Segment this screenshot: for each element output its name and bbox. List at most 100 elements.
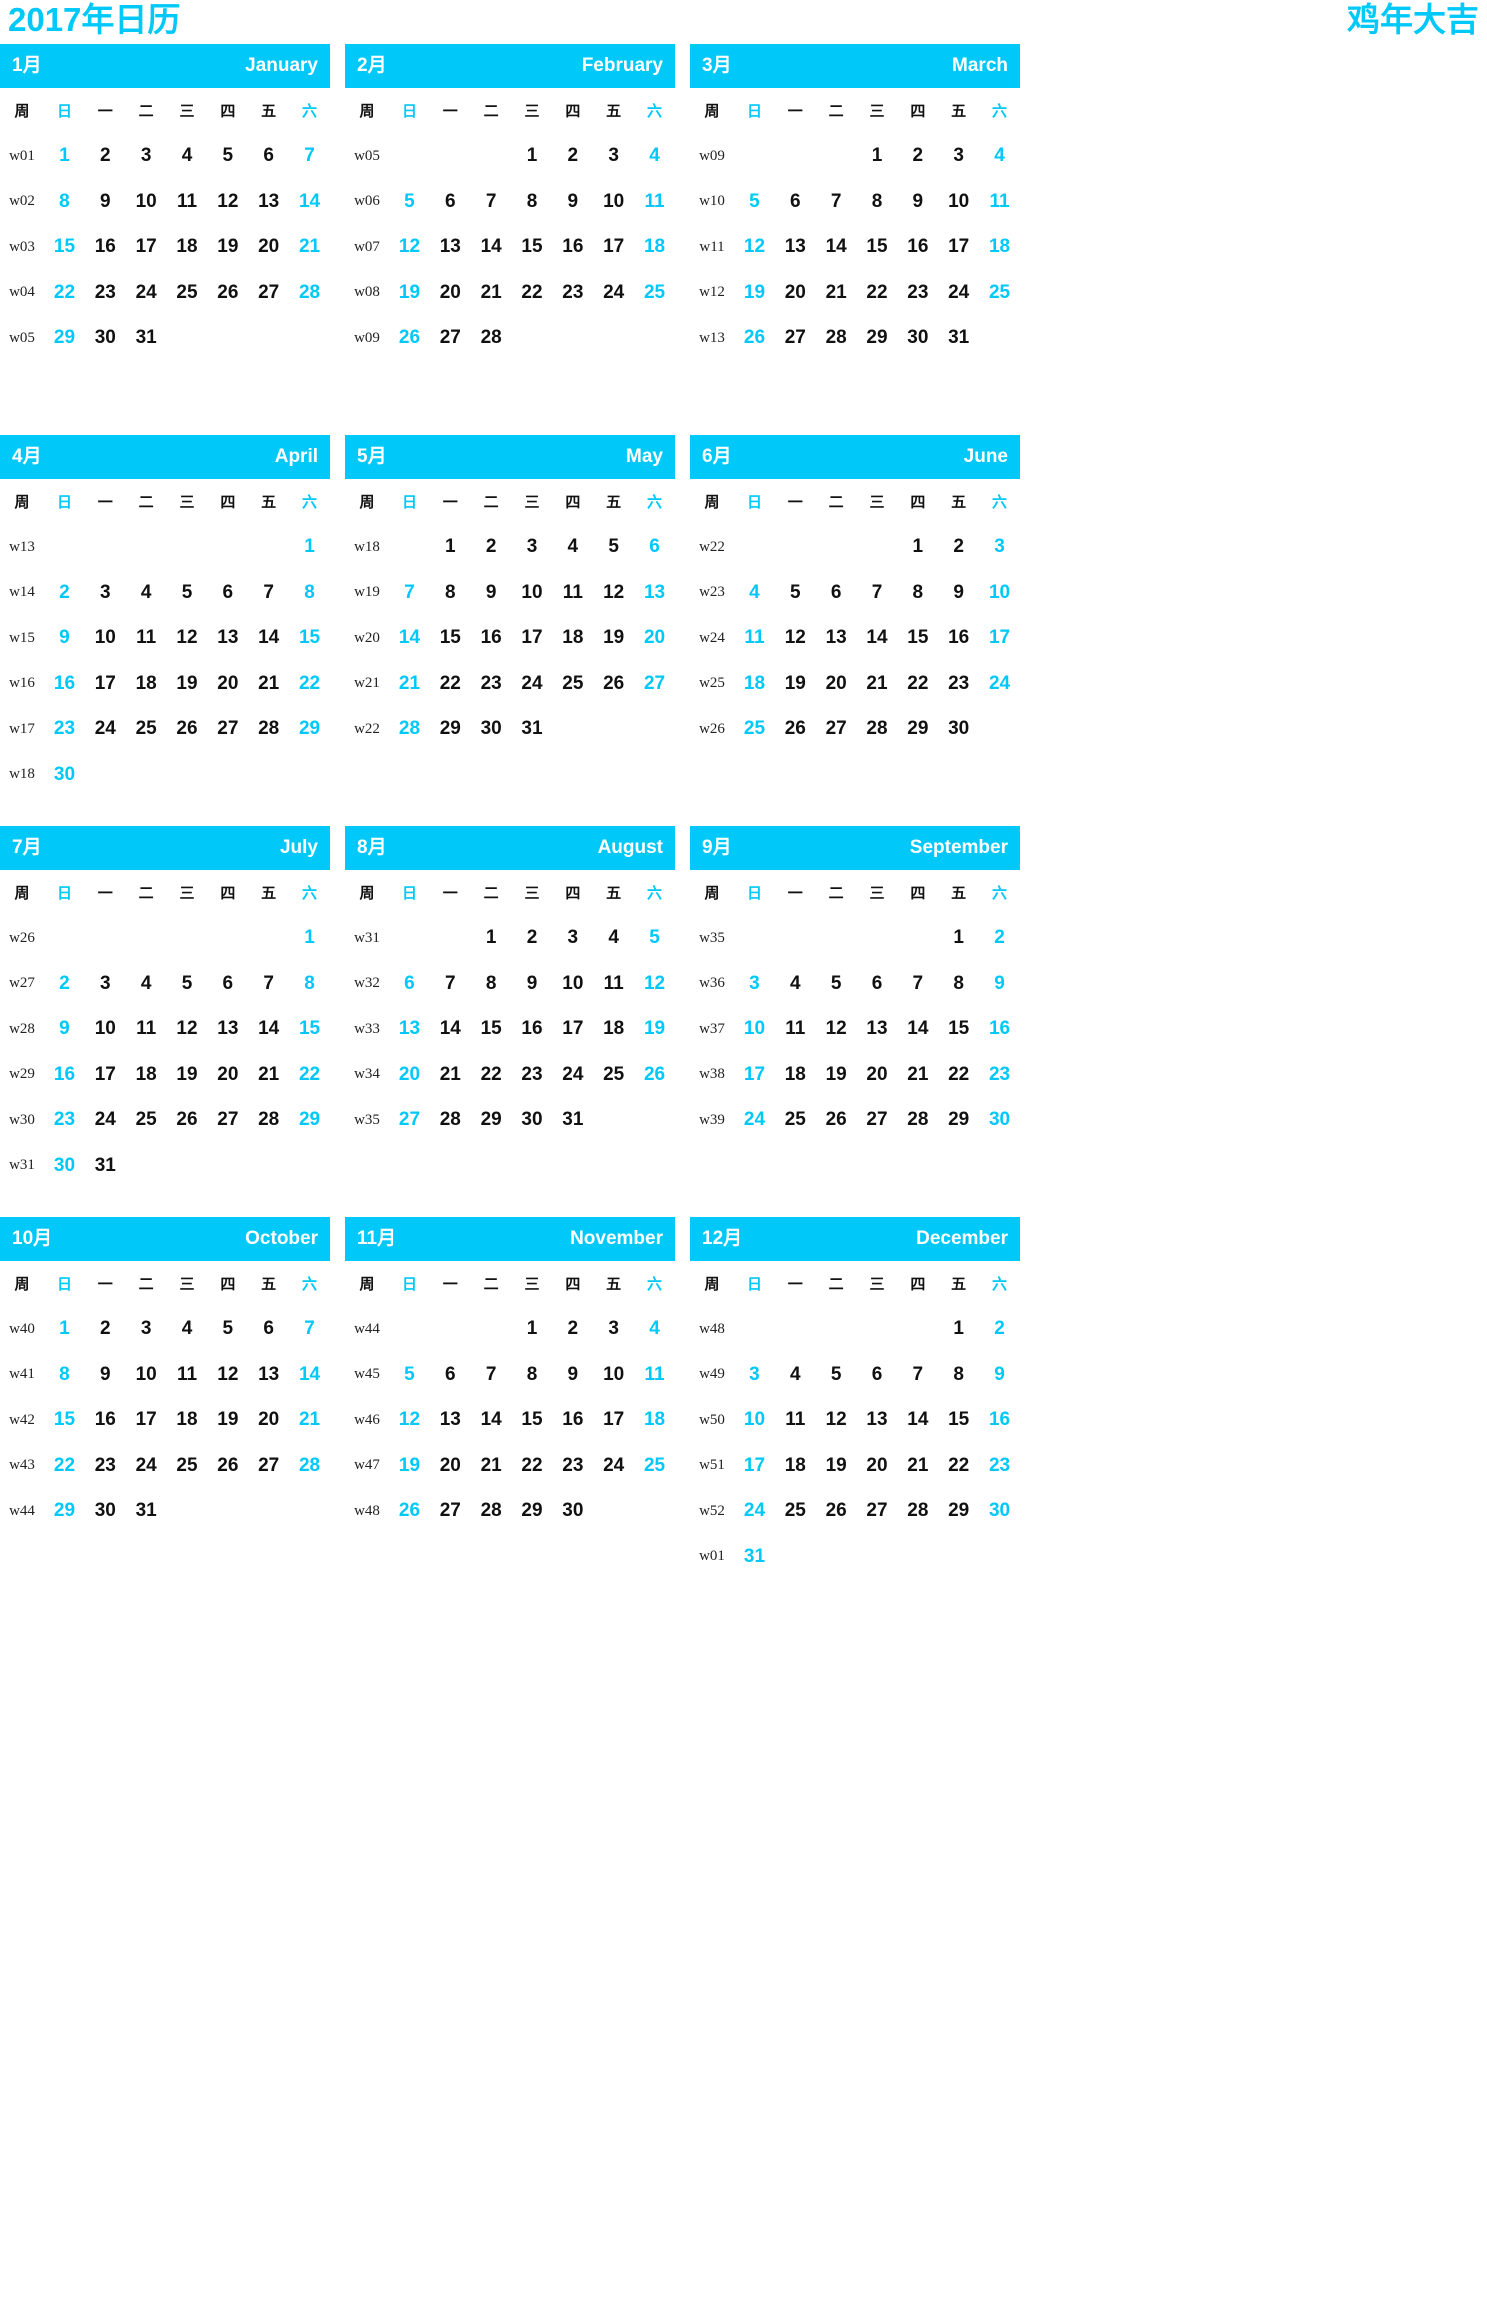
day-cell[interactable]: 25 [634, 1443, 675, 1489]
day-cell[interactable]: 26 [593, 661, 634, 707]
day-cell[interactable]: 6 [430, 179, 471, 225]
day-cell[interactable]: 26 [389, 316, 430, 362]
day-cell[interactable]: 4 [634, 134, 675, 180]
day-cell[interactable]: 8 [512, 1352, 553, 1398]
day-cell[interactable]: 13 [430, 225, 471, 271]
day-cell[interactable]: 30 [552, 1489, 593, 1535]
day-cell[interactable]: 10 [938, 179, 979, 225]
day-cell[interactable]: 26 [167, 1098, 208, 1144]
day-cell[interactable]: 28 [289, 270, 330, 316]
day-cell[interactable]: 17 [734, 1052, 775, 1098]
day-cell[interactable]: 25 [167, 270, 208, 316]
day-cell[interactable]: 25 [167, 1443, 208, 1489]
day-cell[interactable]: 3 [85, 570, 126, 616]
day-cell[interactable]: 6 [389, 961, 430, 1007]
day-cell[interactable]: 14 [816, 225, 857, 271]
day-cell[interactable]: 18 [634, 1398, 675, 1444]
day-cell[interactable]: 29 [938, 1489, 979, 1535]
day-cell[interactable]: 31 [126, 1489, 167, 1535]
day-cell[interactable]: 27 [207, 707, 248, 753]
day-cell[interactable]: 28 [248, 707, 289, 753]
day-cell[interactable]: 26 [389, 1489, 430, 1535]
day-cell[interactable]: 17 [593, 225, 634, 271]
day-cell[interactable]: 2 [512, 916, 553, 962]
day-cell[interactable]: 24 [593, 1443, 634, 1489]
day-cell[interactable]: 21 [897, 1443, 938, 1489]
day-cell[interactable]: 21 [471, 1443, 512, 1489]
day-cell[interactable]: 16 [85, 225, 126, 271]
day-cell[interactable]: 30 [979, 1098, 1020, 1144]
day-cell[interactable]: 26 [734, 316, 775, 362]
day-cell[interactable]: 21 [471, 270, 512, 316]
day-cell[interactable]: 29 [471, 1098, 512, 1144]
day-cell[interactable]: 29 [289, 1098, 330, 1144]
day-cell[interactable]: 4 [775, 1352, 816, 1398]
day-cell[interactable]: 5 [593, 525, 634, 571]
day-cell[interactable]: 5 [816, 1352, 857, 1398]
day-cell[interactable]: 17 [734, 1443, 775, 1489]
day-cell[interactable]: 8 [938, 1352, 979, 1398]
day-cell[interactable]: 13 [857, 1398, 898, 1444]
day-cell[interactable]: 5 [734, 179, 775, 225]
day-cell[interactable]: 27 [248, 1443, 289, 1489]
day-cell[interactable]: 7 [897, 1352, 938, 1398]
day-cell[interactable]: 19 [207, 1398, 248, 1444]
day-cell[interactable]: 20 [207, 1052, 248, 1098]
day-cell[interactable]: 10 [734, 1007, 775, 1053]
day-cell[interactable]: 21 [816, 270, 857, 316]
day-cell[interactable]: 14 [430, 1007, 471, 1053]
day-cell[interactable]: 12 [207, 179, 248, 225]
day-cell[interactable]: 2 [552, 1307, 593, 1353]
month-header[interactable]: 12月 December [690, 1217, 1020, 1261]
day-cell[interactable]: 28 [471, 1489, 512, 1535]
day-cell[interactable]: 30 [44, 1143, 85, 1189]
day-cell[interactable]: 16 [552, 1398, 593, 1444]
day-cell[interactable]: 26 [775, 707, 816, 753]
day-cell[interactable]: 13 [634, 570, 675, 616]
day-cell[interactable]: 16 [552, 225, 593, 271]
day-cell[interactable]: 9 [979, 1352, 1020, 1398]
day-cell[interactable]: 18 [126, 661, 167, 707]
day-cell[interactable]: 13 [207, 616, 248, 662]
day-cell[interactable]: 30 [85, 1489, 126, 1535]
day-cell[interactable]: 27 [248, 270, 289, 316]
day-cell[interactable]: 23 [471, 661, 512, 707]
day-cell[interactable]: 2 [471, 525, 512, 571]
day-cell[interactable]: 9 [552, 1352, 593, 1398]
day-cell[interactable]: 22 [938, 1443, 979, 1489]
day-cell[interactable]: 16 [897, 225, 938, 271]
month-header[interactable]: 2月 February [345, 44, 675, 88]
day-cell[interactable]: 28 [289, 1443, 330, 1489]
day-cell[interactable]: 23 [512, 1052, 553, 1098]
day-cell[interactable]: 14 [471, 1398, 512, 1444]
day-cell[interactable]: 4 [552, 525, 593, 571]
day-cell[interactable]: 17 [979, 616, 1020, 662]
day-cell[interactable]: 9 [512, 961, 553, 1007]
day-cell[interactable]: 11 [126, 1007, 167, 1053]
day-cell[interactable]: 16 [44, 1052, 85, 1098]
day-cell[interactable]: 11 [593, 961, 634, 1007]
day-cell[interactable]: 3 [593, 134, 634, 180]
day-cell[interactable]: 21 [897, 1052, 938, 1098]
day-cell[interactable]: 19 [734, 270, 775, 316]
day-cell[interactable]: 3 [126, 1307, 167, 1353]
day-cell[interactable]: 13 [207, 1007, 248, 1053]
day-cell[interactable]: 25 [734, 707, 775, 753]
day-cell[interactable]: 3 [85, 961, 126, 1007]
day-cell[interactable]: 8 [289, 961, 330, 1007]
day-cell[interactable]: 23 [938, 661, 979, 707]
day-cell[interactable]: 20 [634, 616, 675, 662]
day-cell[interactable]: 22 [857, 270, 898, 316]
day-cell[interactable]: 24 [85, 1098, 126, 1144]
day-cell[interactable]: 25 [126, 1098, 167, 1144]
day-cell[interactable]: 21 [248, 661, 289, 707]
day-cell[interactable]: 6 [248, 134, 289, 180]
day-cell[interactable]: 3 [734, 961, 775, 1007]
day-cell[interactable]: 22 [44, 270, 85, 316]
day-cell[interactable]: 4 [775, 961, 816, 1007]
day-cell[interactable]: 12 [816, 1007, 857, 1053]
day-cell[interactable]: 1 [44, 134, 85, 180]
day-cell[interactable]: 6 [634, 525, 675, 571]
day-cell[interactable]: 17 [85, 1052, 126, 1098]
day-cell[interactable]: 18 [593, 1007, 634, 1053]
